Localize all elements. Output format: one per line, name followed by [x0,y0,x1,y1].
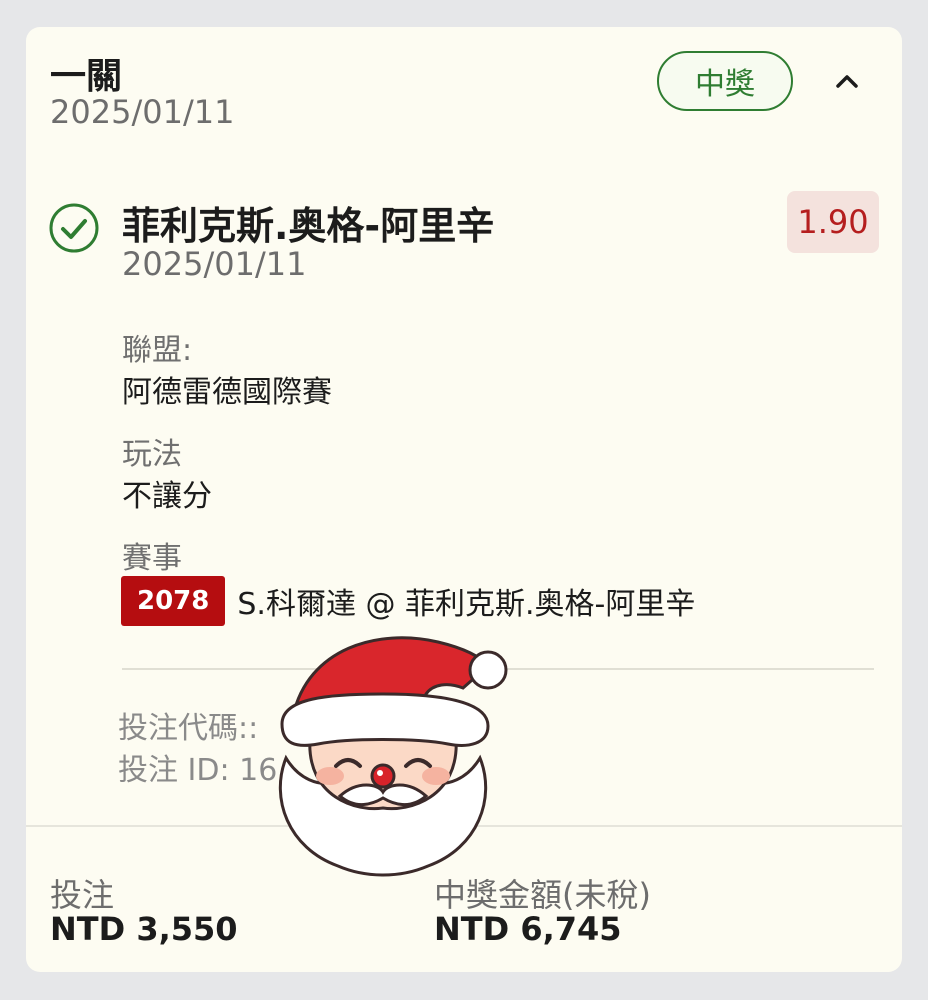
bet-date: 2025/01/11 [50,93,235,131]
status-badge: 中獎 [657,51,793,111]
selection-title: 菲利克斯.奥格-阿里辛 [122,204,495,248]
league-value: 阿德雷德國際賽 [122,375,332,410]
event-label: 賽事 [122,541,182,576]
bet-code: 投注代碼:: [118,711,259,746]
stake-value: NTD 3,550 [50,910,238,948]
market-value: 不讓分 [122,479,212,514]
market-label: 玩法 [122,437,182,472]
payout-value: NTD 6,745 [434,910,622,948]
santa-sticker [278,636,508,877]
selection-date: 2025/01/11 [122,245,307,283]
bet-type-title: 一關 [50,56,123,97]
check-circle-icon [49,203,99,253]
odds-badge: 1.90 [787,191,879,253]
event-code-badge: 2078 [121,576,226,626]
chevron-up-icon[interactable] [829,63,865,99]
league-label: 聯盟: [122,333,193,368]
